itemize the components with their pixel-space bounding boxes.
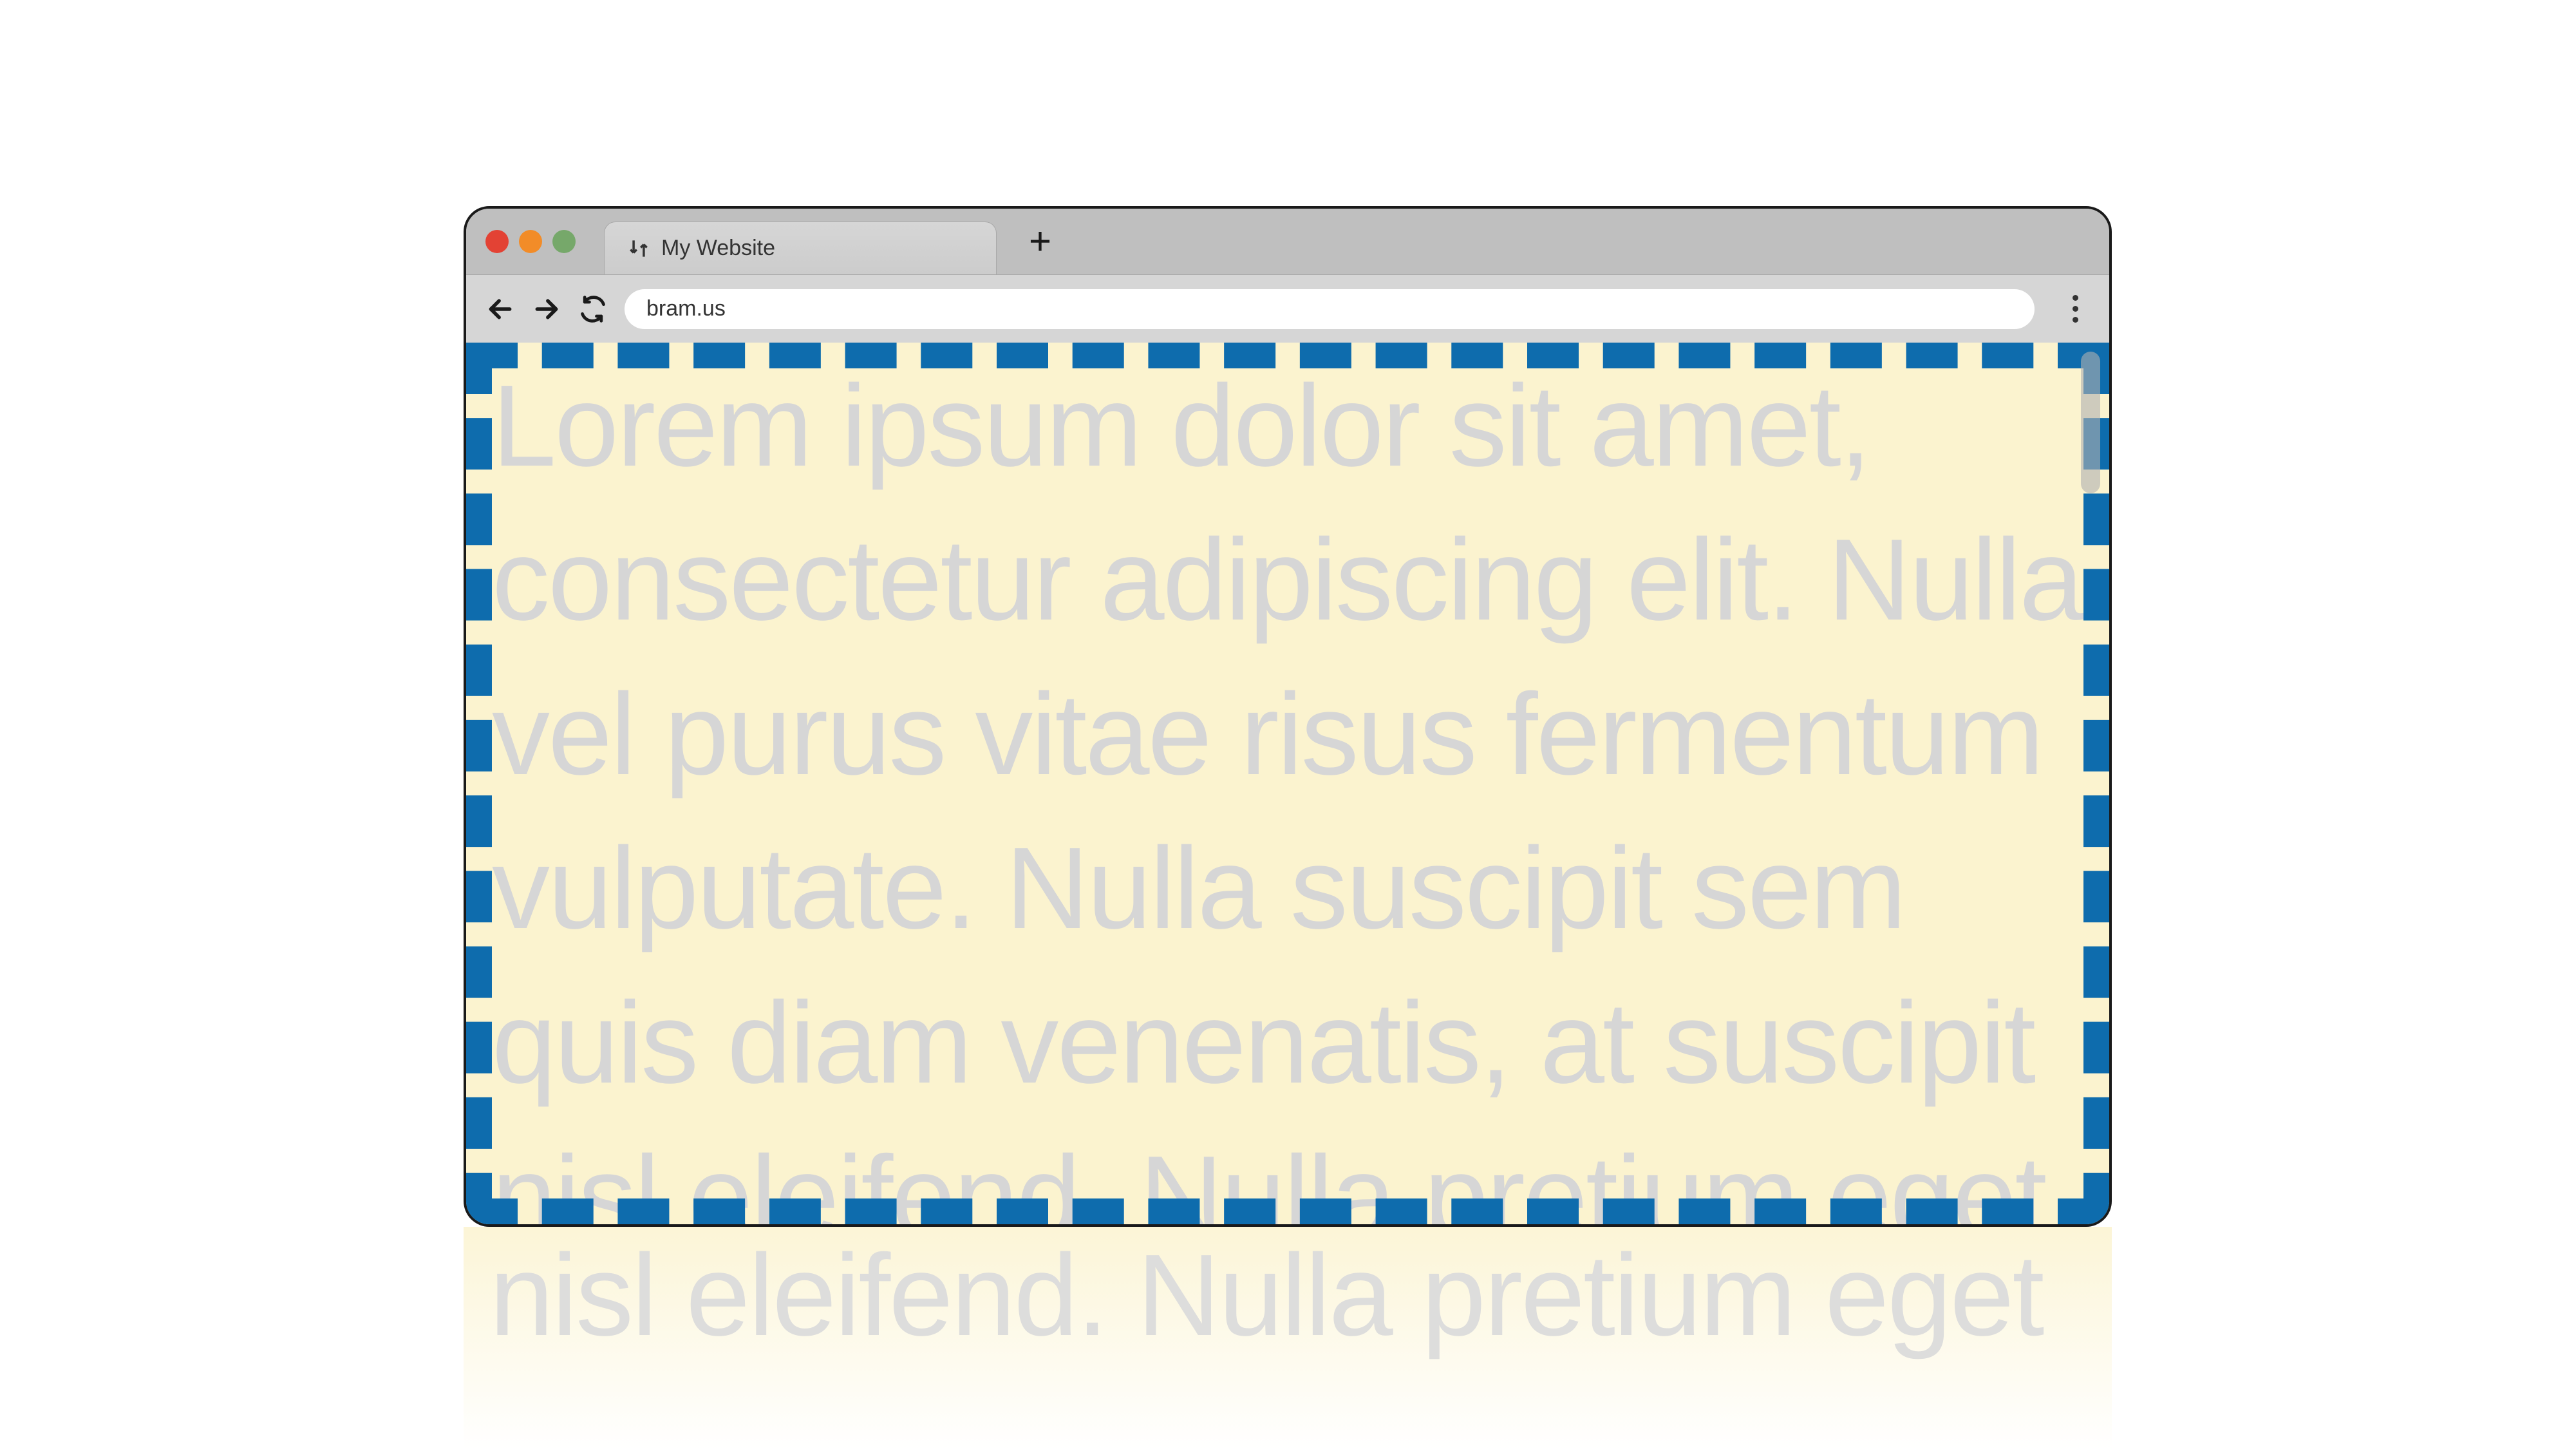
scrollbar-thumb[interactable] [2081, 352, 2100, 493]
browser-menu-button[interactable] [2060, 294, 2090, 324]
tab-favicon-icon [626, 236, 651, 261]
back-button[interactable] [485, 294, 515, 324]
kebab-dot-icon [2073, 295, 2078, 301]
page-body-text: Lorem ipsum dolor sit amet, consectetur … [466, 343, 2109, 1224]
new-tab-button[interactable]: + [1029, 222, 1051, 261]
nav-bar: bram.us [466, 274, 2109, 343]
overflow-body-text: Lorem ipsum dolor sit amet, consectetur … [464, 1227, 2112, 1372]
tab-title: My Website [661, 236, 775, 261]
tab-bar: My Website + [466, 209, 2109, 274]
kebab-dot-icon [2073, 306, 2078, 312]
overflow-fade-region: Lorem ipsum dolor sit amet, consectetur … [464, 1227, 2112, 1449]
minimize-window-button[interactable] [519, 230, 542, 253]
forward-button[interactable] [532, 294, 561, 324]
kebab-dot-icon [2073, 317, 2078, 323]
browser-tab[interactable]: My Website [604, 222, 997, 274]
browser-window: My Website + bram.us [464, 206, 2112, 1227]
maximize-window-button[interactable] [552, 230, 576, 253]
page-viewport[interactable]: Lorem ipsum dolor sit amet, consectetur … [466, 343, 2109, 1224]
close-window-button[interactable] [485, 230, 509, 253]
address-bar[interactable]: bram.us [625, 289, 2035, 329]
window-controls [485, 230, 576, 253]
address-text: bram.us [646, 296, 726, 321]
reload-button[interactable] [578, 294, 608, 324]
